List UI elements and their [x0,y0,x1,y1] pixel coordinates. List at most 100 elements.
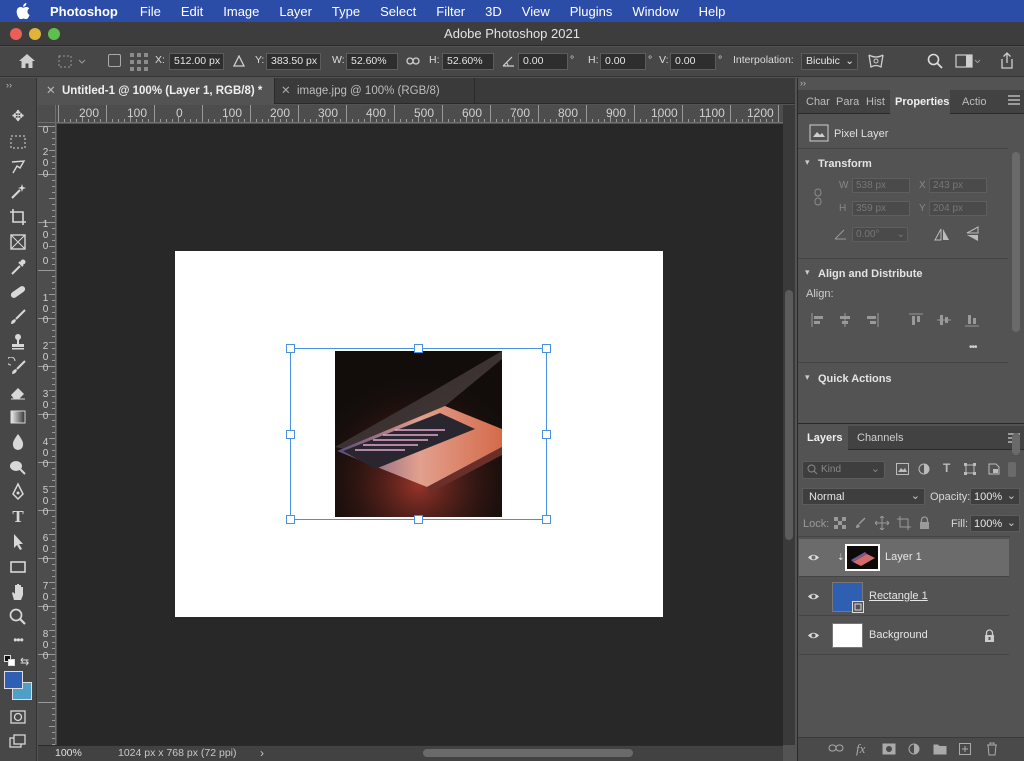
new-layer-icon[interactable] [959,743,971,755]
eye-icon[interactable] [807,592,820,601]
opacity-input[interactable]: 100% ⌄ [970,488,1020,505]
hand-tool-icon[interactable] [8,582,28,602]
height-input[interactable]: 52.60% [442,53,494,70]
y-position-input[interactable]: 383.50 px [266,53,321,70]
panel-menu-icon[interactable] [1008,95,1020,105]
fill-input[interactable]: 100% ⌄ [970,515,1020,532]
quick-mask-icon[interactable] [8,707,28,727]
ruler-origin[interactable] [38,105,56,123]
vertical-scrollbar[interactable] [783,105,795,745]
align-top-edges-icon[interactable] [909,313,923,327]
transform-section-title[interactable]: Transform [818,158,872,170]
zoom-level[interactable]: 100% [55,747,82,759]
tab-layers[interactable]: Layers [798,426,848,450]
tab-image-jpg[interactable]: ✕ image.jpg @ 100% (RGB/8) [275,78,475,104]
gradient-tool-icon[interactable] [8,407,28,427]
layer-name[interactable]: Layer 1 [885,551,922,563]
menu-view[interactable]: View [512,4,560,19]
vertical-skew-input[interactable]: 0.00 [670,53,716,70]
adjustment-layer-icon[interactable] [908,743,920,755]
blur-tool-icon[interactable] [8,432,28,452]
interpolation-select[interactable]: Bicubic ⌄ [801,53,858,70]
share-icon[interactable] [999,52,1015,70]
zoom-window-button[interactable] [48,28,60,40]
transform-handle-top[interactable] [414,344,423,353]
filter-shape-icon[interactable] [964,463,976,475]
menu-edit[interactable]: Edit [171,4,213,19]
prop-height-input[interactable]: 359 px [852,201,910,216]
transform-handle-bottom[interactable] [414,515,423,524]
transform-handle-top-right[interactable] [542,344,551,353]
path-selection-tool-icon[interactable] [8,532,28,552]
lock-transparent-icon[interactable] [834,517,846,529]
link-dimensions-icon[interactable] [813,188,823,206]
align-bottom-edges-icon[interactable] [965,313,979,327]
tab-character[interactable]: Char [806,90,832,114]
align-right-edges-icon[interactable] [865,313,879,327]
tab-properties[interactable]: Properties [890,90,950,114]
prop-angle-input[interactable]: 0.00° ⌄ [852,227,908,242]
eraser-tool-icon[interactable] [8,382,28,402]
transform-handle-right[interactable] [542,430,551,439]
close-tab-icon[interactable]: ✕ [281,78,291,104]
reference-point-checkbox[interactable] [108,54,121,67]
menu-select[interactable]: Select [370,4,426,19]
workspace-icon[interactable] [955,54,981,68]
transform-handle-left[interactable] [286,430,295,439]
layer-name[interactable]: Background [869,629,928,641]
prop-width-input[interactable]: 538 px [852,178,910,193]
close-tab-icon[interactable]: ✕ [46,78,56,104]
clone-stamp-tool-icon[interactable] [8,332,28,352]
tab-actions[interactable]: Actio [962,90,992,114]
align-section-title[interactable]: Align and Distribute [818,268,923,280]
quick-actions-title[interactable]: Quick Actions [818,373,892,385]
filter-smart-object-icon[interactable] [988,463,1000,475]
menu-filter[interactable]: Filter [426,4,475,19]
marquee-tool-icon[interactable] [8,132,28,152]
reference-point-grid-icon[interactable] [129,52,149,72]
transform-bounding-box[interactable] [290,348,547,520]
tab-channels[interactable]: Channels [857,426,917,450]
relative-position-icon[interactable] [233,55,245,67]
layers-scrollbar-thumb[interactable] [1012,433,1020,455]
foreground-color-swatch[interactable] [4,671,23,689]
menu-image[interactable]: Image [213,4,269,19]
tab-history[interactable]: Hist [866,90,890,114]
tab-untitled-1[interactable]: ✕ Untitled-1 @ 100% (Layer 1, RGB/8) * [38,78,275,104]
horizontal-ruler[interactable]: 200 100 0 100 200 300 400 500 600 700 80… [56,105,783,123]
search-icon[interactable] [927,53,943,69]
filter-adjustment-icon[interactable] [918,463,930,475]
default-colors-icon[interactable] [4,655,16,667]
eyedropper-tool-icon[interactable] [8,257,28,277]
menu-app-photoshop[interactable]: Photoshop [40,4,130,19]
menu-help[interactable]: Help [689,4,736,19]
warp-icon[interactable] [866,52,886,72]
align-vertical-centers-icon[interactable] [937,313,951,327]
filter-toggle[interactable] [1008,462,1016,477]
dodge-tool-icon[interactable] [8,457,28,477]
lock-position-icon[interactable] [875,516,889,530]
chevron-down-icon[interactable]: ▾ [805,372,810,383]
layer-name[interactable]: Rectangle 1 [869,590,928,602]
menu-plugins[interactable]: Plugins [560,4,623,19]
delete-layer-icon[interactable] [986,742,998,756]
rotate-input[interactable]: 0.00 [518,53,568,70]
crop-tool-icon[interactable] [8,207,28,227]
vertical-ruler[interactable]: 0 2 0 0 1 0 0 0 1 0 0 2 0 0 3 0 0 4 0 0 5 0 0 6 0… [38,123,56,745]
horizontal-skew-input[interactable]: 0.00 [600,53,646,70]
menu-window[interactable]: Window [622,4,688,19]
x-position-input[interactable]: 512.00 px [169,53,224,70]
transform-handle-top-left[interactable] [286,344,295,353]
tab-paragraph[interactable]: Para [836,90,860,114]
horizontal-scrollbar-thumb[interactable] [423,749,633,757]
chevron-down-icon[interactable]: ▾ [805,157,810,168]
collapse-toolbar-icon[interactable]: ›› [6,80,12,90]
more-options-icon[interactable]: ••• [969,342,977,353]
flip-vertical-icon[interactable] [966,226,980,242]
lock-artboard-icon[interactable] [897,516,911,530]
layer-row-background[interactable]: Background [799,617,1009,655]
flip-horizontal-icon[interactable] [934,228,950,242]
layer-row-layer-1[interactable]: ⇣ Layer 1 [799,539,1009,577]
menu-3d[interactable]: 3D [475,4,512,19]
zoom-tool-icon[interactable] [8,607,28,627]
